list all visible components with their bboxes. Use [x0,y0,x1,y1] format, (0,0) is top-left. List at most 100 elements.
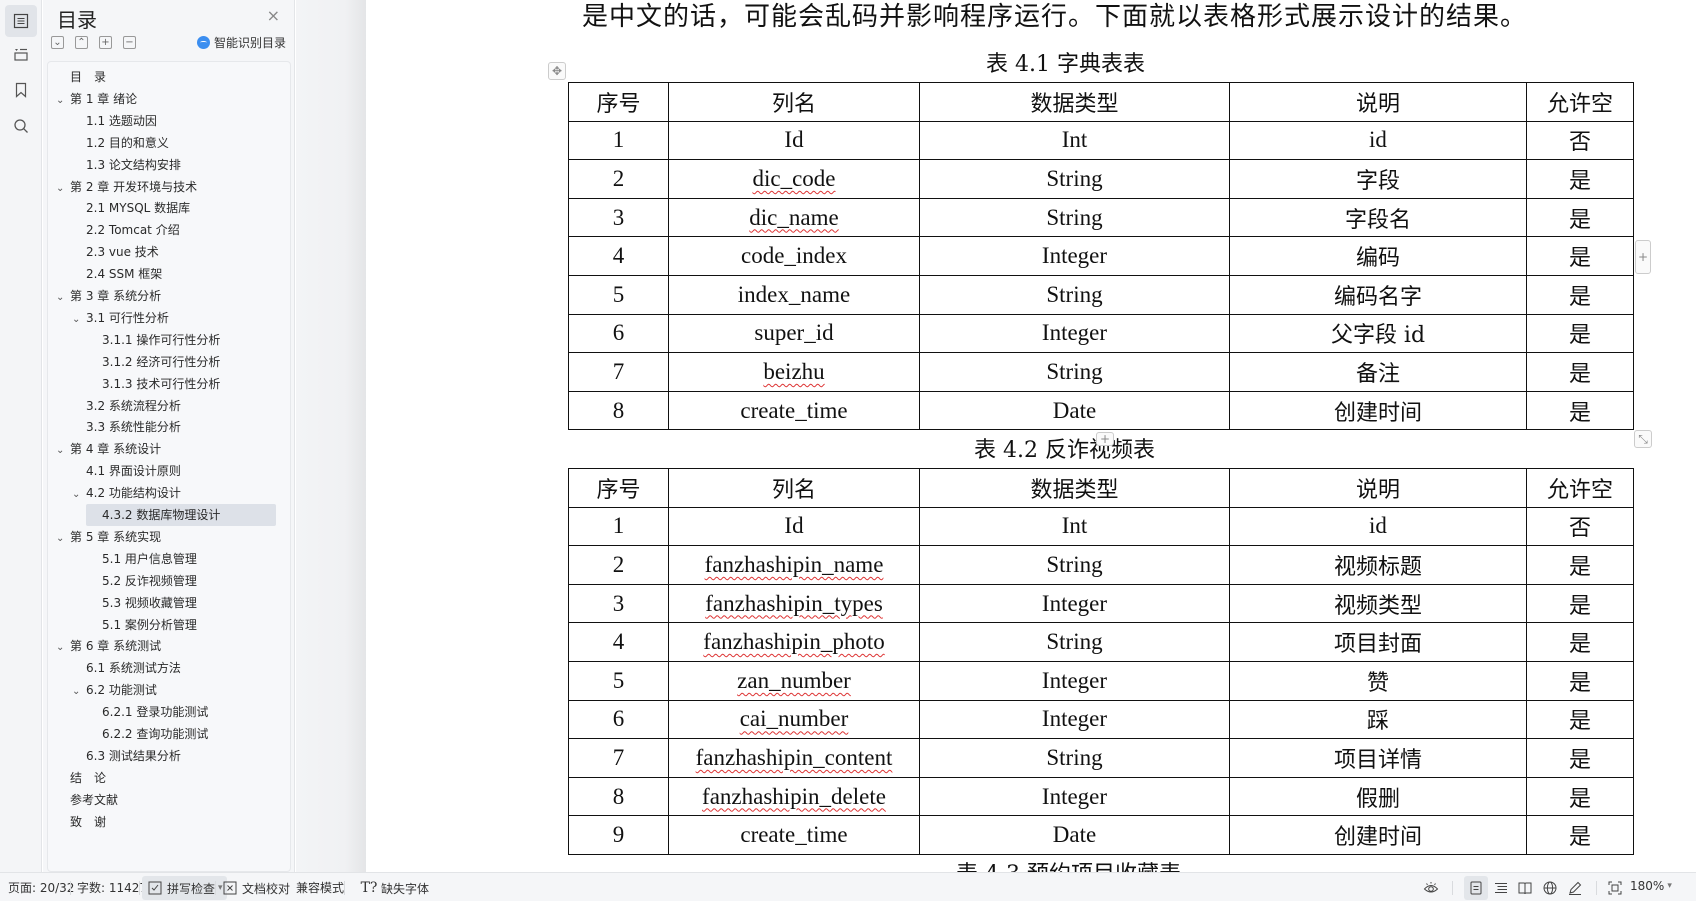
table-cell[interactable]: String [919,274,1230,315]
toc-item[interactable]: 6.1 系统测试方法 [86,657,181,679]
table-cell[interactable]: Integer [919,660,1230,701]
nav-pane-button[interactable] [5,38,37,70]
bookmark-button[interactable] [5,74,37,106]
table-cell[interactable]: 是 [1526,313,1634,354]
table-cell[interactable]: 4 [568,622,669,662]
table-cell[interactable]: 编码名字 [1229,274,1527,315]
table-cell[interactable]: 项目详情 [1229,738,1527,778]
toc-item[interactable]: 2.3 vue 技术 [86,241,159,263]
toc-item[interactable]: ⌄ 第 4 章 系统设计 [56,438,161,460]
toc-item[interactable]: 6.3 测试结果分析 [86,745,181,767]
table-header-cell[interactable]: 列名 [668,468,920,508]
resize-table-icon[interactable]: ⤡ [1634,430,1652,448]
page-indicator[interactable]: 页面: 20/32 [8,879,74,896]
table-cell[interactable]: 6 [568,313,669,354]
table-cell[interactable]: 视频类型 [1229,583,1527,624]
table-cell[interactable]: Integer [919,699,1230,740]
table-cell[interactable]: 5 [568,660,669,701]
close-icon[interactable]: × [267,6,280,25]
table-cell[interactable]: 备注 [1229,352,1527,392]
table-cell[interactable]: fanzhashipin_name [668,545,920,585]
table-cell[interactable]: Integer [919,236,1230,276]
toc-item[interactable]: 5.1 用户信息管理 [102,548,197,570]
table-cell[interactable]: 是 [1526,622,1634,662]
chevron-down-icon[interactable]: ⌄ [56,287,70,309]
table-cell[interactable]: 假删 [1229,776,1527,817]
table-cell[interactable]: Date [919,815,1230,855]
table-cell[interactable]: 是 [1526,583,1634,624]
table-cell[interactable]: 是 [1526,390,1634,431]
web-view-button[interactable] [1541,879,1559,897]
table-cell[interactable]: cai_number [668,699,920,740]
table-header-cell[interactable]: 列名 [668,82,920,122]
toc-item[interactable]: 3.2 系统流程分析 [86,395,181,417]
toc-item[interactable]: 2.1 MYSQL 数据库 [86,197,190,219]
table-cell[interactable]: String [919,352,1230,392]
toc-item[interactable]: 4.1 界面设计原则 [86,460,181,482]
table-cell[interactable]: Date [919,390,1230,431]
add-row-icon[interactable]: + [1096,432,1114,446]
table-header-cell[interactable]: 说明 [1229,468,1527,508]
table-cell[interactable]: 1 [568,120,669,161]
table-move-handle-icon[interactable]: ✥ [548,62,566,80]
toc-item[interactable]: 3.3 系统性能分析 [86,416,181,438]
table-header-cell[interactable]: 允许空 [1526,468,1634,508]
table-cell[interactable]: 是 [1526,699,1634,740]
table-cell[interactable]: String [919,159,1230,199]
table-cell[interactable]: 8 [568,776,669,817]
table-cell[interactable]: fanzhashipin_photo [668,622,920,662]
toc-item[interactable]: ⌄ 第 5 章 系统实现 [56,526,161,548]
chevron-down-icon[interactable]: ⌄ [56,178,70,200]
table-cell[interactable]: 7 [568,352,669,392]
toc-item[interactable]: ⌄ 第 6 章 系统测试 [56,635,161,657]
outline-view-button[interactable] [1492,879,1510,897]
table-cell[interactable]: 2 [568,545,669,585]
table-cell[interactable]: String [919,197,1230,238]
table-cell[interactable]: 是 [1526,352,1634,392]
toc-item[interactable]: 参考文献 [70,789,118,811]
write-mode-button[interactable] [1566,879,1584,897]
table-cell[interactable]: Id [668,506,920,547]
table-cell[interactable]: 父字段 id [1229,313,1527,354]
table-cell[interactable]: 否 [1526,506,1634,547]
table-cell[interactable]: 3 [568,197,669,238]
eye-protection-button[interactable] [1422,879,1440,897]
table-cell[interactable]: 是 [1526,545,1634,585]
table-cell[interactable]: id [1229,506,1527,547]
table-cell[interactable]: Int [919,506,1230,547]
table-header-cell[interactable]: 数据类型 [919,468,1230,508]
chevron-down-icon[interactable]: ⌄ [56,440,70,462]
table-cell[interactable]: 2 [568,159,669,199]
toc-item[interactable]: ⌄ 第 3 章 系统分析 [56,285,161,307]
table-cell[interactable]: id [1229,120,1527,161]
toc-item[interactable]: ⌄ 4.2 功能结构设计 [72,482,181,504]
table-cell[interactable]: 是 [1526,236,1634,276]
table-cell[interactable]: dic_name [668,197,920,238]
toc-item[interactable]: 致 谢 [70,811,106,833]
table-cell[interactable]: 1 [568,506,669,547]
table-cell[interactable]: beizhu [668,352,920,392]
toc-item[interactable]: 结 论 [70,767,106,789]
chevron-down-icon[interactable]: ⌄ [56,90,70,112]
table-cell[interactable]: 是 [1526,660,1634,701]
toc-item[interactable]: 2.4 SSM 框架 [86,263,162,285]
table-cell[interactable]: 字段名 [1229,197,1527,238]
table-cell[interactable]: 是 [1526,776,1634,817]
table-cell[interactable]: 项目封面 [1229,622,1527,662]
toc-item[interactable]: ⌄ 6.2 功能测试 [72,679,157,701]
table-cell[interactable]: Integer [919,583,1230,624]
toc-item[interactable]: ⌄ 第 2 章 开发环境与技术 [56,176,197,198]
reading-view-button[interactable] [1516,879,1534,897]
table-header-cell[interactable]: 序号 [568,82,669,122]
page-view-button[interactable] [1464,876,1488,900]
table-cell[interactable]: 5 [568,274,669,315]
table-cell[interactable]: 赞 [1229,660,1527,701]
chevron-down-icon[interactable]: ⌄ [72,309,86,331]
toc-item[interactable]: 3.1.1 操作可行性分析 [102,329,220,351]
table-cell[interactable]: fanzhashipin_delete [668,776,920,817]
toc-item[interactable]: 1.1 选题动因 [86,110,157,132]
toc-item[interactable]: 2.2 Tomcat 介绍 [86,219,180,241]
toc-item[interactable]: 5.3 视频收藏管理 [102,592,197,614]
chevron-down-icon[interactable]: ⌄ [56,637,70,659]
table-cell[interactable]: 创建时间 [1229,815,1527,855]
